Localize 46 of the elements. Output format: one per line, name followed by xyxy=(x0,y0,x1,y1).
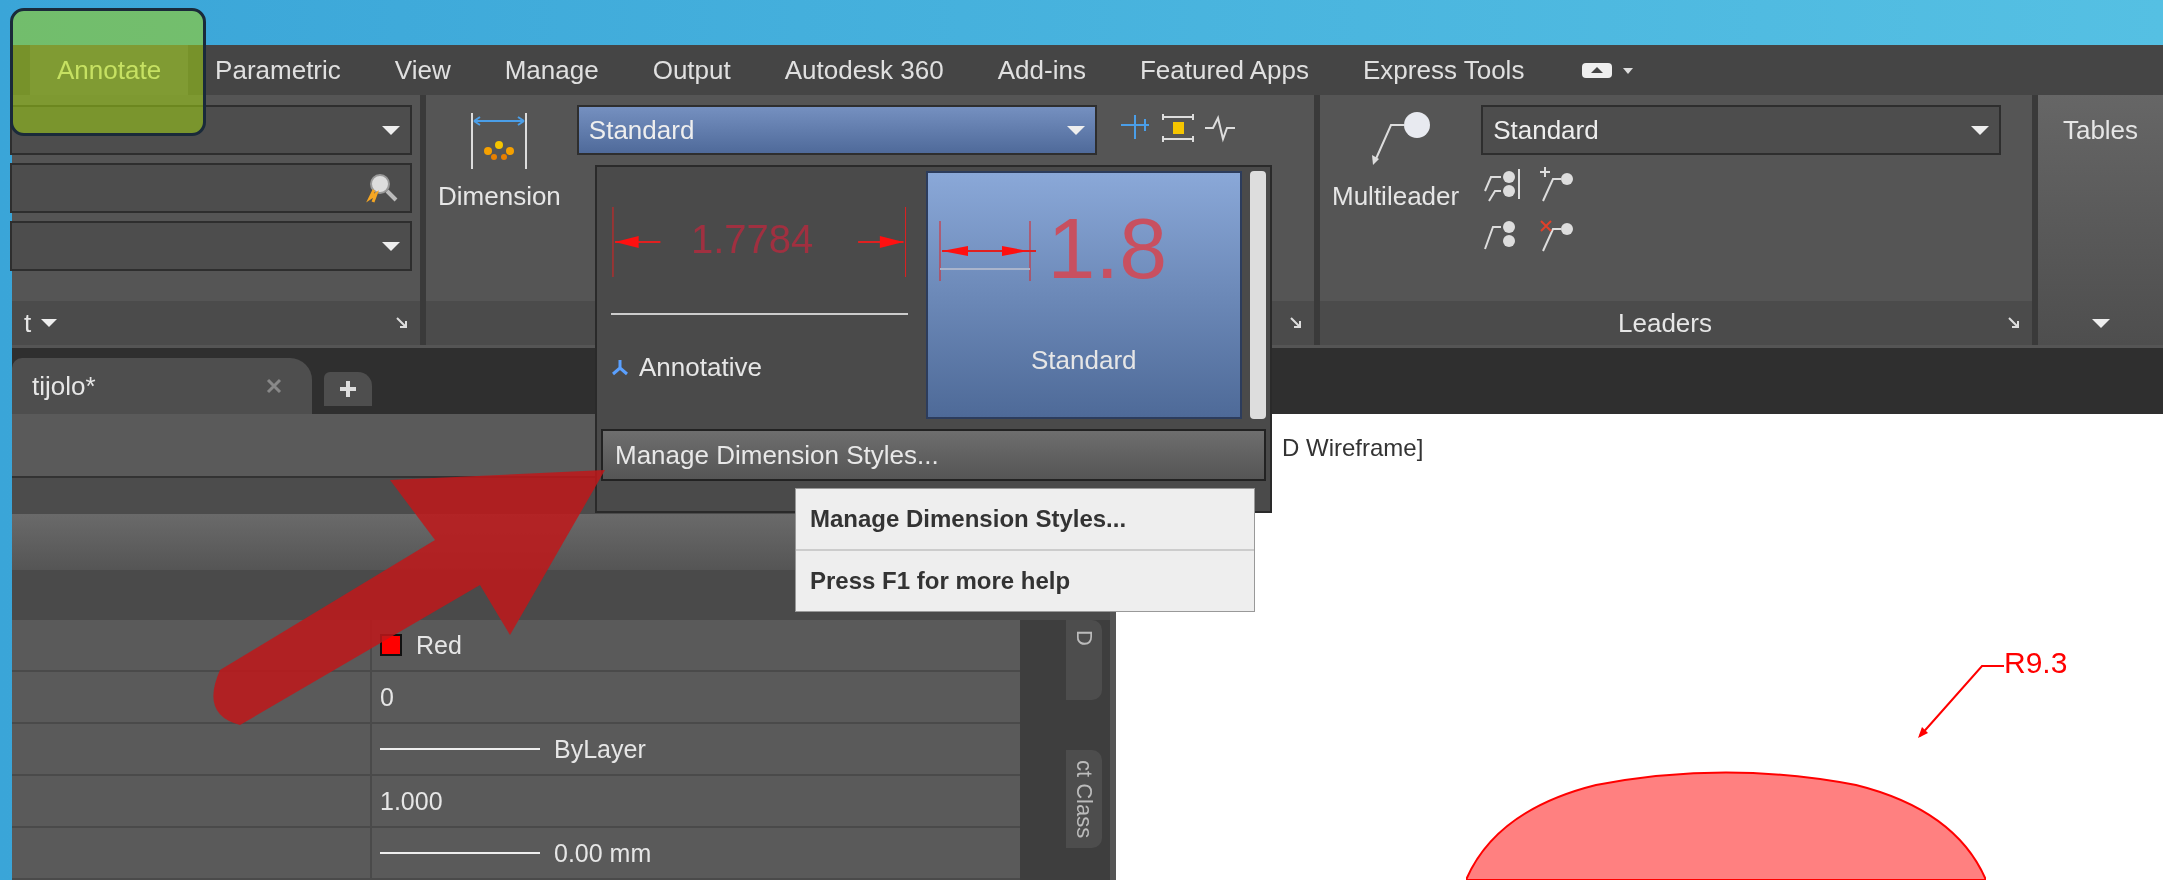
property-value: 1.000 xyxy=(380,786,443,816)
dimension-style-item[interactable]: 1.7784 Annotative xyxy=(601,171,918,419)
style-name: Standard xyxy=(1031,344,1137,376)
dimension-style-item[interactable]: 1.8 Standard xyxy=(925,171,1243,419)
dimension-preview-text: 1.7784 xyxy=(691,217,814,262)
panel-title[interactable]: Leaders xyxy=(1618,307,1712,339)
radius-dimension: R9.3 xyxy=(2004,646,2068,680)
find-replace-icon xyxy=(364,172,400,204)
manage-dimension-styles-button[interactable]: Manage Dimension Styles... xyxy=(601,429,1266,481)
dialog-launcher-icon[interactable] xyxy=(2008,317,2020,330)
tooltip-title: Manage Dimension Styles... xyxy=(796,489,1254,551)
style-name: Annotative xyxy=(639,351,762,383)
plus-icon xyxy=(338,379,358,399)
annotative-icon xyxy=(611,358,629,376)
ribbon-tab[interactable]: Featured Apps xyxy=(1112,45,1336,95)
dimension-preview-text: 1.8 xyxy=(1047,199,1168,298)
adjust-space-icon[interactable] xyxy=(1160,113,1195,143)
ribbon-tab[interactable]: View xyxy=(367,45,478,95)
jogged-line-icon[interactable] xyxy=(1202,113,1237,143)
property-value: ByLayer xyxy=(554,734,646,764)
dialog-launcher-icon[interactable] xyxy=(1290,317,1302,330)
find-text-field[interactable] xyxy=(10,163,412,213)
ribbon-tab[interactable]: Output xyxy=(625,45,758,95)
caret-icon[interactable] xyxy=(2091,318,2110,328)
property-value: 0 xyxy=(380,682,394,712)
tooltip-help: Press F1 for more help xyxy=(809,566,1072,596)
ribbon-tab[interactable]: Express Tools xyxy=(1336,45,1552,95)
multileader-style-combo[interactable]: Standard xyxy=(1481,105,2002,155)
text-style-combo[interactable] xyxy=(10,105,412,155)
view-label[interactable]: D Wireframe] xyxy=(1282,434,1424,462)
dimension-button[interactable]: Dimension xyxy=(434,105,565,292)
new-tab-button[interactable] xyxy=(324,372,372,406)
document-tab[interactable]: tijolo* xyxy=(12,358,312,414)
caret-icon xyxy=(41,319,58,328)
property-value: Red xyxy=(416,630,462,660)
dimension-style-combo[interactable]: Standard xyxy=(576,105,1097,155)
ribbon-tab[interactable]: Manage xyxy=(477,45,626,95)
dialog-launcher-icon[interactable] xyxy=(396,317,408,330)
panel-title[interactable]: t xyxy=(24,307,32,339)
ribbon-tab[interactable]: Add-ins xyxy=(970,45,1113,95)
multileader-button[interactable]: Multileader xyxy=(1328,105,1464,292)
property-value: 0.00 mm xyxy=(554,838,652,868)
palette-side-tab[interactable]: D xyxy=(1066,620,1102,700)
palette-side-tab[interactable]: ct Class xyxy=(1066,750,1102,849)
ribbon-tab[interactable]: Parametric xyxy=(188,45,368,95)
ribbon-tab[interactable]: Autodesk 360 xyxy=(757,45,971,95)
